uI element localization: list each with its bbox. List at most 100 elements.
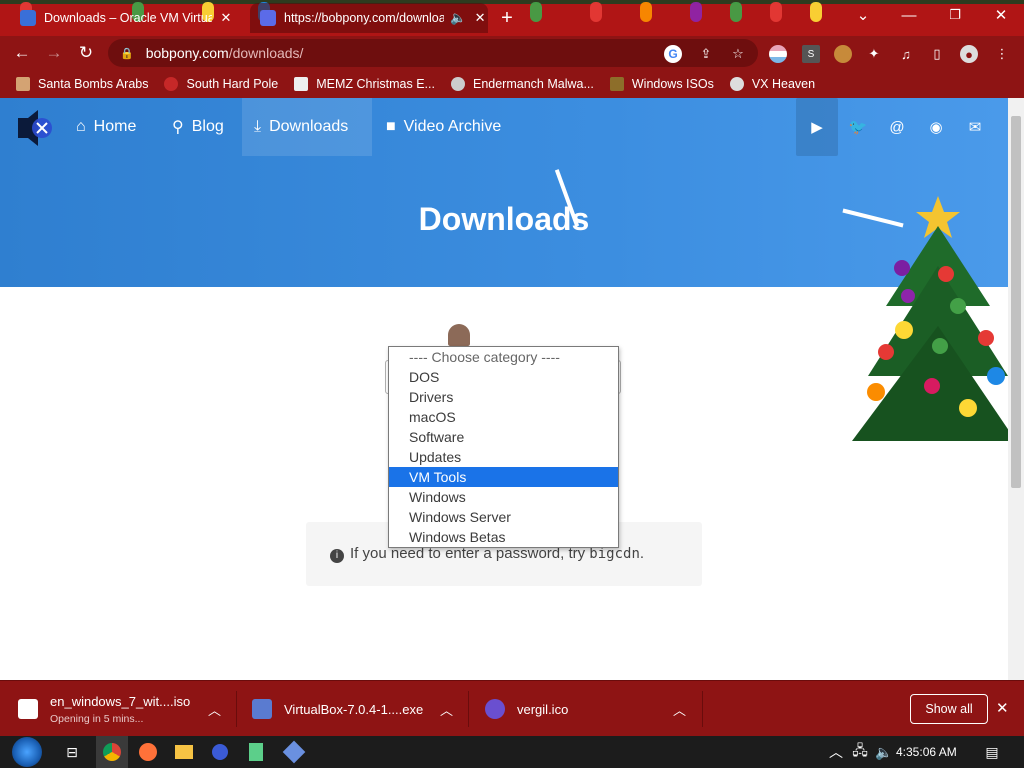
nav-downloads[interactable]: ⤓ Downloads xyxy=(242,98,372,156)
bookmark-item[interactable]: Windows ISOs xyxy=(609,77,714,91)
twitter-link[interactable]: 🐦 xyxy=(843,112,873,142)
side-panel-icon[interactable]: ▯ xyxy=(928,45,946,63)
audio-playing-icon[interactable]: 🔈 xyxy=(450,10,466,26)
nav-blog[interactable]: ⚲ Blog xyxy=(160,98,236,156)
mastodon-link[interactable]: @ xyxy=(882,112,912,142)
close-shelf-icon[interactable]: ✕ xyxy=(996,699,1009,717)
download-status: Opening in 5 mins... xyxy=(50,712,144,725)
url-host: bobpony.com xyxy=(145,45,229,61)
category-option[interactable]: DOS xyxy=(389,367,618,387)
tab-search-button[interactable]: ⌄ xyxy=(840,0,886,30)
bookmark-item[interactable]: South Hard Pole xyxy=(164,77,278,91)
address-bar[interactable]: 🔒 bobpony.com/downloads/ xyxy=(108,39,758,67)
bookmark-item[interactable]: Endermanch Malwa... xyxy=(450,77,594,91)
app-taskbar-button[interactable] xyxy=(208,740,232,764)
minimize-button[interactable]: — xyxy=(886,0,932,30)
google-lens-icon[interactable]: G xyxy=(664,45,682,63)
virtualbox-file-icon xyxy=(252,699,272,719)
nav-video-archive[interactable]: ■ Video Archive xyxy=(374,98,513,156)
bobpony-favicon-icon xyxy=(260,10,276,26)
extensions-puzzle-icon[interactable]: ✦ xyxy=(865,45,883,63)
download-name: vergil.ico xyxy=(517,701,569,717)
bookmark-item[interactable]: VX Heaven xyxy=(729,77,816,91)
character-sprite-decoration xyxy=(448,324,470,346)
figure-bookmark-icon xyxy=(16,77,30,91)
share-icon[interactable]: ⇪ xyxy=(697,45,715,63)
category-dropdown-list[interactable]: ---- Choose category ---- DOS Drivers ma… xyxy=(388,346,619,548)
bookmark-item[interactable]: MEMZ Christmas E... xyxy=(294,77,435,91)
back-button[interactable]: ← xyxy=(10,41,34,65)
close-tab-icon[interactable]: ✕ xyxy=(218,10,234,26)
email-link[interactable]: ✉ xyxy=(960,112,990,142)
taskbar-clock[interactable]: 4:35:06 AM xyxy=(896,745,957,759)
chevron-up-icon[interactable]: ︿ xyxy=(673,700,686,719)
notice-suffix: . xyxy=(639,545,645,562)
category-option[interactable]: ---- Choose category ---- xyxy=(389,347,618,367)
task-view-icon[interactable]: ⊟ xyxy=(60,740,84,764)
iso-file-icon xyxy=(18,699,38,719)
tab-bobpony[interactable]: https://bobpony.com/downloads 🔈 ✕ xyxy=(250,3,488,33)
file-explorer-taskbar-button[interactable] xyxy=(172,740,196,764)
network-icon[interactable]: 🖧 xyxy=(848,740,872,764)
bookmark-star-icon[interactable]: ☆ xyxy=(729,45,747,63)
snowflake-bookmark-icon xyxy=(164,77,179,91)
category-option[interactable]: Drivers xyxy=(389,387,618,407)
category-option[interactable]: Windows Betas xyxy=(389,527,618,547)
category-option[interactable]: Software xyxy=(389,427,618,447)
media-control-icon[interactable]: ♫ xyxy=(897,45,915,63)
nav-label: Video Archive xyxy=(403,118,502,135)
download-item[interactable]: VirtualBox-7.0.4-1....exe ︿ xyxy=(252,681,458,737)
close-tab-icon[interactable]: ✕ xyxy=(472,10,488,26)
category-option[interactable]: Windows xyxy=(389,487,618,507)
reload-button[interactable]: ↻ xyxy=(74,41,98,65)
show-all-button[interactable]: Show all xyxy=(910,694,988,724)
youtube-icon: ▶ xyxy=(811,119,823,136)
volume-icon[interactable]: 🔈 xyxy=(872,740,896,764)
menu-kebab-icon[interactable]: ⋮ xyxy=(993,45,1011,63)
profile-avatar-icon[interactable]: ● xyxy=(960,45,978,63)
youtube-link[interactable]: ▶ xyxy=(796,98,838,156)
page-content: ⌂ Home ⚲ Blog ⤓ Downloads ■ Video Archive ▶ … xyxy=(0,98,1008,680)
ico-file-icon xyxy=(485,699,505,719)
github-link[interactable]: ◉ xyxy=(921,112,951,142)
chevron-up-icon[interactable]: ︿ xyxy=(208,700,221,719)
light-bulb-decoration xyxy=(770,2,782,22)
new-tab-button[interactable]: + xyxy=(490,3,524,33)
restore-button[interactable]: ❐ xyxy=(932,0,978,30)
extension-s-icon[interactable]: S xyxy=(802,45,820,63)
bookmark-label: VX Heaven xyxy=(751,77,816,91)
notification-icon[interactable]: ▤ xyxy=(980,740,1004,764)
tab-virtualbox[interactable]: Downloads – Oracle VM VirtualBox ✕ xyxy=(10,3,250,33)
tab-title: Downloads – Oracle VM VirtualBox xyxy=(44,11,212,25)
twitter-icon: 🐦 xyxy=(848,119,868,136)
bookmark-label: Santa Bombs Arabs xyxy=(38,77,149,91)
category-option-highlighted[interactable]: VM Tools xyxy=(389,467,618,487)
chevron-up-icon[interactable]: ︿ xyxy=(440,700,453,719)
light-bulb-decoration xyxy=(730,2,742,22)
blog-icon: ⚲ xyxy=(172,119,184,136)
light-bulb-decoration xyxy=(810,2,822,22)
virtualbox-taskbar-button[interactable] xyxy=(282,740,306,764)
close-window-button[interactable]: ✕ xyxy=(978,0,1024,30)
chrome-icon xyxy=(103,743,121,761)
nav-home[interactable]: ⌂ Home xyxy=(64,98,148,156)
forward-button[interactable]: → xyxy=(42,41,66,65)
chrome-taskbar-button[interactable] xyxy=(96,736,128,768)
category-option[interactable]: macOS xyxy=(389,407,618,427)
app-taskbar-button[interactable] xyxy=(244,740,268,764)
show-hidden-icons-chevron-icon[interactable]: ︿ xyxy=(824,740,848,764)
extension-avatar-icon[interactable] xyxy=(834,45,852,63)
bookmark-item[interactable]: Santa Bombs Arabs xyxy=(16,77,148,91)
vx-heaven-bookmark-icon xyxy=(729,77,744,91)
site-logo[interactable] xyxy=(12,106,56,150)
firefox-taskbar-button[interactable] xyxy=(136,740,160,764)
extension-flag-icon[interactable] xyxy=(769,45,787,63)
category-option[interactable]: Windows Server xyxy=(389,507,618,527)
scrollbar-thumb[interactable] xyxy=(1011,116,1021,488)
nav-label: Home xyxy=(93,118,137,135)
download-item[interactable]: en_windows_7_wit....iso Opening in 5 min… xyxy=(18,681,230,737)
page-scrollbar[interactable] xyxy=(1008,98,1024,680)
download-item[interactable]: vergil.ico ︿ xyxy=(485,681,691,737)
start-button[interactable] xyxy=(12,737,42,767)
category-option[interactable]: Updates xyxy=(389,447,618,467)
